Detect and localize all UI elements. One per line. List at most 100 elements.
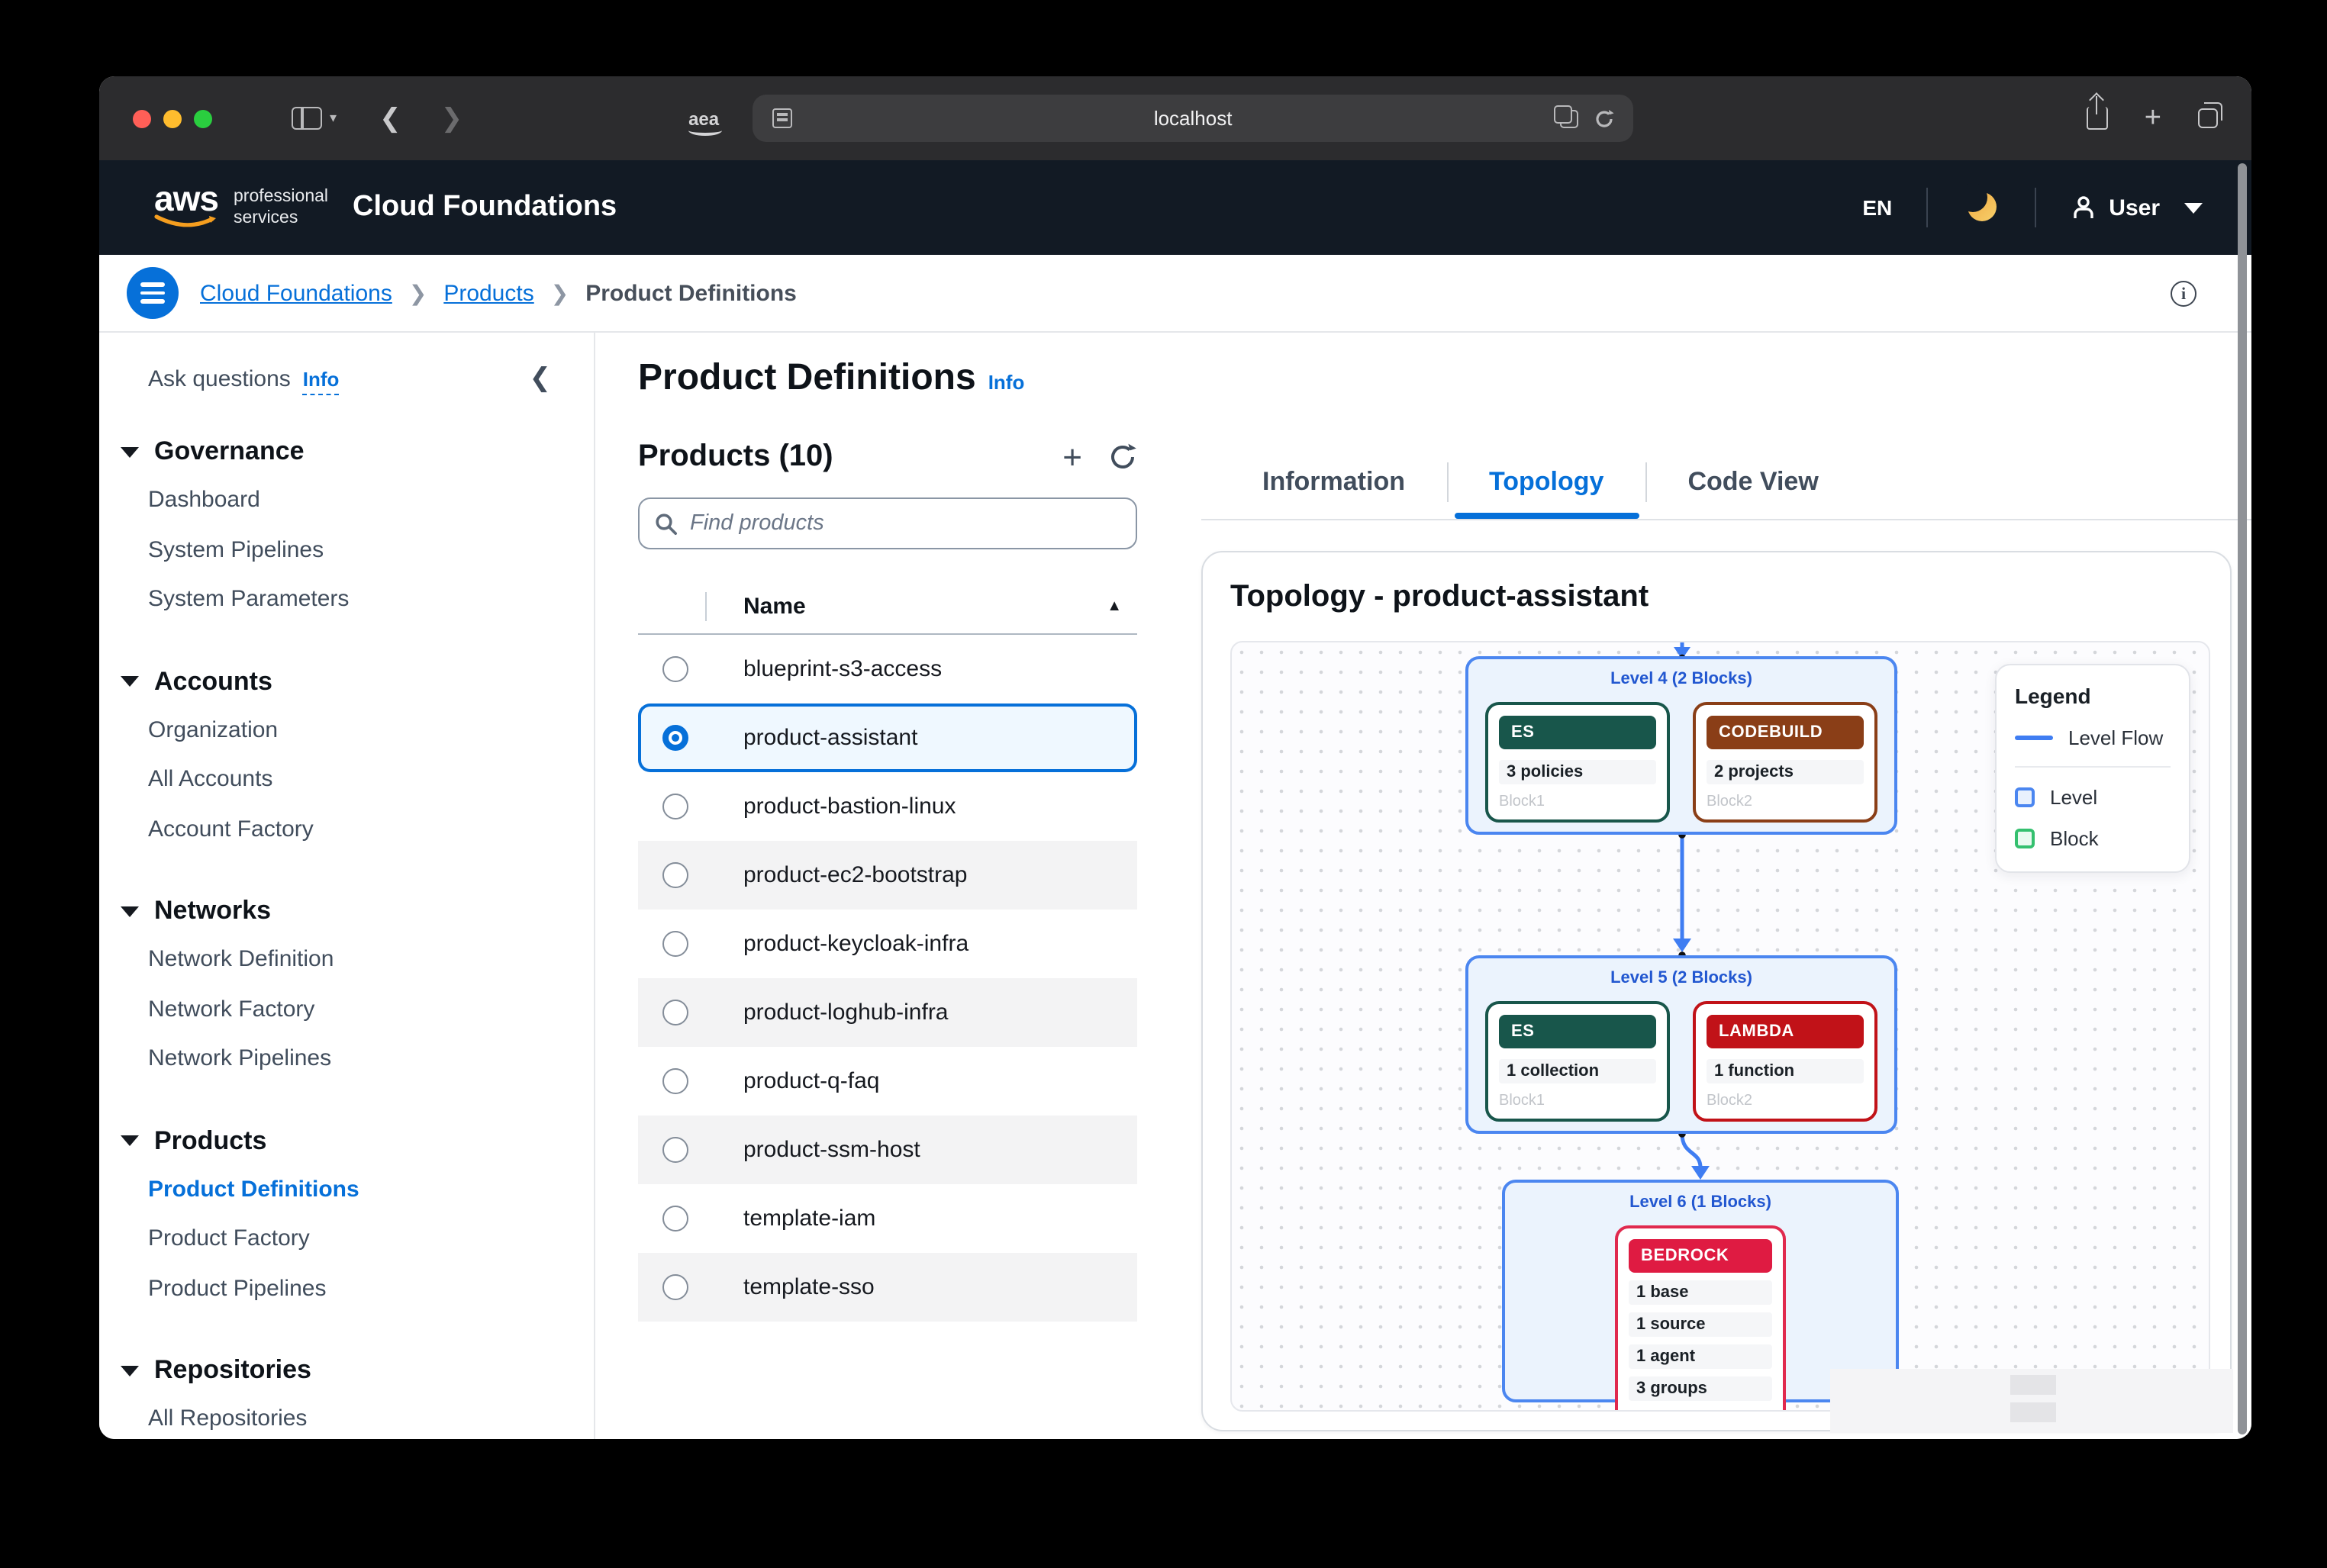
sidebar-item-product-pipelines[interactable]: Product Pipelines [148, 1264, 594, 1314]
chevron-down-icon [2184, 202, 2203, 213]
sidebar-item-network-pipelines[interactable]: Network Pipelines [148, 1035, 594, 1084]
table-row[interactable]: product-q-faq [638, 1047, 1137, 1116]
radio-button[interactable] [662, 1274, 688, 1300]
table-row[interactable]: product-loghub-infra [638, 978, 1137, 1047]
collapse-sidebar-icon[interactable]: ❮ [530, 363, 552, 394]
sidebar-item-product-factory[interactable]: Product Factory [148, 1215, 594, 1264]
table-row[interactable]: product-ec2-bootstrap [638, 841, 1137, 910]
sidebar-item-network-factory[interactable]: Network Factory [148, 985, 594, 1035]
topology-canvas[interactable]: Level 4 (2 Blocks) ES 3 policies Block1 … [1230, 641, 2210, 1412]
share-icon[interactable] [2087, 107, 2108, 130]
table-row[interactable]: product-ssm-host [638, 1116, 1137, 1184]
block-label: Block2 [1707, 1093, 1864, 1109]
table-row-selected[interactable]: product-assistant [638, 704, 1137, 772]
block-codebuild[interactable]: CODEBUILD 2 projects Block2 [1693, 702, 1877, 823]
chevron-down-icon [121, 1365, 139, 1376]
tab-code-view[interactable]: Code View [1646, 446, 1859, 519]
radio-button[interactable] [662, 1137, 688, 1163]
nav-section-header[interactable]: Products [121, 1125, 594, 1156]
block-lambda[interactable]: LAMBDA 1 function Block2 [1693, 1001, 1877, 1122]
window-scrollbar[interactable] [2238, 163, 2247, 1434]
legend-divider [2015, 766, 2171, 768]
menu-button[interactable] [127, 267, 179, 319]
nav-section-header[interactable]: Repositories [121, 1355, 594, 1386]
tab-overview-icon[interactable] [2198, 108, 2218, 128]
table-row[interactable]: product-bastion-linux [638, 772, 1137, 841]
info-icon[interactable]: i [2171, 280, 2196, 306]
forward-button[interactable]: ❯ [441, 103, 463, 134]
dark-mode-toggle[interactable] [1927, 188, 2034, 227]
table-row[interactable]: template-iam [638, 1184, 1137, 1253]
block-es[interactable]: ES 3 policies Block1 [1485, 702, 1670, 823]
sidebar-item-network-definition[interactable]: Network Definition [148, 935, 594, 985]
radio-button[interactable] [662, 1068, 688, 1094]
service-badge-bedrock: BEDROCK [1629, 1239, 1772, 1273]
block-stat: 3 groups [1629, 1376, 1772, 1401]
table-row[interactable]: template-sso [638, 1253, 1137, 1322]
nav-section-header[interactable]: Networks [121, 896, 594, 926]
table-row[interactable]: product-keycloak-infra [638, 910, 1137, 978]
sidebar-item-all-accounts[interactable]: All Accounts [148, 755, 594, 805]
translate-icon[interactable] [1560, 109, 1578, 127]
zoom-window-button[interactable] [194, 109, 212, 127]
column-header-name[interactable]: Name [743, 594, 806, 620]
loading-placeholder [1830, 1369, 2233, 1433]
sidebar-toggle-icon[interactable] [292, 107, 322, 130]
extension-icon[interactable]: aea [688, 108, 719, 129]
nav-section-products: Products Product Definitions Product Fac… [148, 1125, 594, 1314]
close-window-button[interactable] [133, 109, 151, 127]
page-title-info-link[interactable]: Info [988, 371, 1025, 397]
chevron-down-icon[interactable]: ▾ [330, 110, 337, 127]
search-input[interactable]: Find products [638, 497, 1137, 549]
sidebar-item-system-pipelines[interactable]: System Pipelines [148, 526, 594, 575]
sidebar-item-dashboard[interactable]: Dashboard [148, 476, 594, 526]
minimize-window-button[interactable] [163, 109, 182, 127]
refresh-icon[interactable] [1108, 443, 1137, 472]
nav-section-networks: Networks Network Definition Network Fact… [148, 896, 594, 1084]
sidebar-item-organization[interactable]: Organization [148, 706, 594, 755]
breadcrumb-bar: Cloud Foundations ❯ Products ❯ Product D… [99, 255, 2251, 333]
user-menu[interactable]: User [2035, 194, 2230, 221]
new-tab-icon[interactable]: + [2145, 104, 2161, 133]
nav-section-accounts: Accounts Organization All Accounts Accou… [148, 666, 594, 855]
radio-button-selected[interactable] [662, 725, 688, 751]
block-label: Block1 [1499, 794, 1656, 810]
language-button[interactable]: EN [1829, 195, 1926, 220]
add-product-icon[interactable]: + [1062, 440, 1082, 474]
screen: ▾ ❮ ❯ aea localhost + [0, 0, 2327, 1568]
block-stat: 1 base [1629, 1280, 1772, 1305]
radio-button[interactable] [662, 862, 688, 888]
main-area: Ask questions Info ❮ Governance Dashboar… [99, 333, 2251, 1439]
page-title: Product Definitions [638, 357, 976, 400]
level-5-group[interactable]: Level 5 (2 Blocks) ES 1 collection Block… [1465, 955, 1897, 1134]
tab-topology[interactable]: Topology [1448, 446, 1645, 519]
detail-panel: Information Topology Code View Topology … [1201, 333, 2251, 1439]
sidebar-item-account-factory[interactable]: Account Factory [148, 805, 594, 855]
radio-button[interactable] [662, 794, 688, 819]
sidebar-item-product-definitions[interactable]: Product Definitions [148, 1165, 594, 1215]
radio-button[interactable] [662, 931, 688, 957]
tab-information[interactable]: Information [1221, 446, 1446, 519]
table-row[interactable]: blueprint-s3-access [638, 635, 1137, 704]
level-4-group[interactable]: Level 4 (2 Blocks) ES 3 policies Block1 … [1465, 656, 1897, 835]
breadcrumb-link[interactable]: Cloud Foundations [200, 280, 392, 306]
radio-button[interactable] [662, 1000, 688, 1025]
block-label: Block2 [1707, 794, 1864, 810]
block-es[interactable]: ES 1 collection Block1 [1485, 1001, 1670, 1122]
nav-section-header[interactable]: Accounts [121, 666, 594, 697]
radio-button[interactable] [662, 1206, 688, 1232]
sidebar-item-system-parameters[interactable]: System Parameters [148, 575, 594, 625]
address-bar[interactable]: localhost [753, 95, 1633, 142]
logo-subtitle: professional services [234, 185, 328, 230]
ask-questions-info-link[interactable]: Info [303, 368, 340, 395]
block-bedrock[interactable]: BEDROCK 1 base 1 source 1 agent 3 groups… [1615, 1225, 1786, 1412]
aws-logo[interactable]: aws [154, 185, 218, 230]
back-button[interactable]: ❮ [379, 103, 401, 134]
sort-ascending-icon[interactable]: ▲ [1107, 598, 1122, 615]
legend-block-label: Block [2050, 827, 2099, 850]
nav-section-header[interactable]: Governance [121, 436, 594, 467]
sidebar-item-all-repositories[interactable]: All Repositories [148, 1395, 594, 1439]
breadcrumb-link[interactable]: Products [443, 280, 533, 306]
reload-icon[interactable] [1594, 108, 1615, 129]
radio-button[interactable] [662, 656, 688, 682]
